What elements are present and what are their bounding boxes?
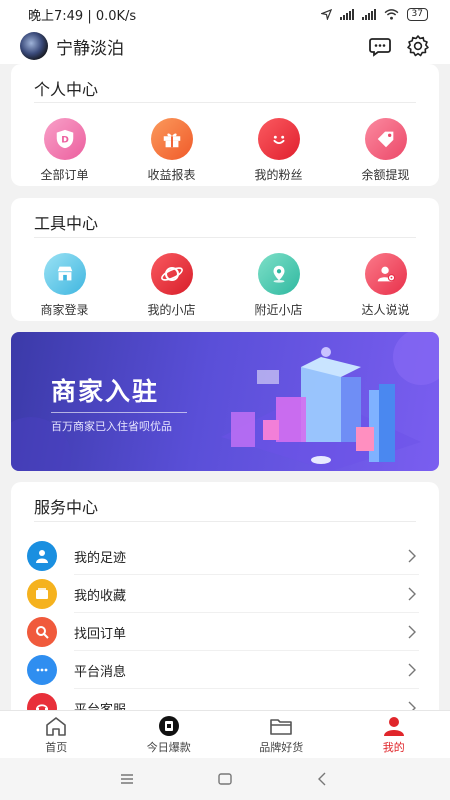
chevron-right-icon — [408, 549, 416, 563]
user-chat-icon — [364, 253, 407, 295]
status-icons: 37 — [320, 7, 428, 21]
service-item-favorites[interactable]: 我的收藏 — [11, 575, 439, 613]
hot-deal-icon — [158, 715, 179, 736]
customer-service-icon — [27, 693, 57, 710]
home-icon — [46, 716, 67, 736]
tab-label: 今日爆款 — [146, 740, 191, 754]
search-order-icon — [27, 617, 57, 647]
avatar[interactable] — [20, 32, 48, 60]
battery-indicator: 37 — [406, 7, 428, 21]
tools-grid: 商家登录 我的小店 附近小店 达人说说 — [11, 253, 439, 318]
profile-icon — [383, 716, 404, 736]
home-square-icon[interactable] — [217, 771, 233, 787]
tag-icon — [364, 118, 407, 160]
back-icon[interactable] — [315, 771, 331, 787]
menu-icon[interactable] — [119, 771, 135, 787]
service-item-platform-messages[interactable]: 平台消息 — [11, 651, 439, 689]
banner-divider — [51, 412, 187, 413]
order-shield-icon: D — [43, 118, 86, 160]
folder-icon — [270, 718, 293, 735]
divider — [34, 521, 416, 522]
location-pin-icon — [257, 253, 300, 295]
service-label: 平台消息 — [74, 664, 127, 680]
service-label: 我的足迹 — [74, 550, 127, 566]
tab-label: 首页 — [45, 740, 68, 754]
status-time: 晚上7:49 | 0.0K/s — [28, 8, 137, 24]
tab-label: 我的 — [382, 740, 405, 754]
status-bar: 晚上7:49 | 0.0K/s 37 — [0, 0, 450, 28]
content-scroll[interactable]: 个人中心 D 全部订单 收益报表 我的粉丝 余额提现 工具中心 商家登录 我的小… — [0, 64, 450, 710]
banner-title: 商家入驻 — [51, 377, 160, 406]
username: 宁静淡泊 — [56, 38, 124, 59]
message-icon — [27, 655, 57, 685]
grid-item-withdraw[interactable]: 余额提现 — [332, 118, 439, 183]
tab-label: 品牌好货 — [259, 740, 304, 754]
smile-icon — [257, 118, 300, 160]
banner-subtitle: 百万商家已入住省呗优品 — [51, 420, 172, 433]
svg-text:D: D — [61, 135, 69, 146]
signal-2-icon — [361, 8, 376, 20]
grid-label: 收益报表 — [147, 168, 196, 182]
folder-star-icon — [27, 579, 57, 609]
service-label: 我的收藏 — [74, 588, 127, 604]
personal-center-title: 个人中心 — [34, 80, 99, 99]
system-nav-bar — [0, 758, 450, 800]
service-center-title: 服务中心 — [34, 498, 99, 517]
divider — [34, 237, 416, 238]
grid-item-earnings[interactable]: 收益报表 — [118, 118, 225, 183]
service-item-recover-order[interactable]: 找回订单 — [11, 613, 439, 651]
location-arrow-icon — [320, 8, 332, 20]
chevron-right-icon — [408, 663, 416, 677]
gift-icon — [150, 118, 193, 160]
footprint-user-icon — [27, 541, 57, 571]
service-label: 平台客服 — [74, 702, 127, 711]
gear-icon[interactable] — [406, 34, 430, 58]
personal-center-card: 个人中心 D 全部订单 收益报表 我的粉丝 余额提现 — [11, 64, 439, 186]
service-item-customer-service[interactable]: 平台客服 — [11, 689, 439, 710]
personal-grid: D 全部订单 收益报表 我的粉丝 余额提现 — [11, 118, 439, 183]
grid-label: 余额提现 — [361, 168, 410, 182]
service-center-card: 服务中心 我的足迹 我的收藏 找回订单 平台消息 平台客服 — [11, 482, 439, 710]
chevron-right-icon — [408, 625, 416, 639]
tools-center-title: 工具中心 — [34, 214, 99, 233]
signal-icon — [339, 8, 354, 20]
grid-item-my-fans[interactable]: 我的粉丝 — [225, 118, 332, 183]
grid-label: 我的小店 — [147, 303, 196, 317]
store-icon — [43, 253, 86, 295]
divider — [34, 102, 416, 103]
grid-label: 全部订单 — [40, 168, 89, 182]
grid-label: 达人说说 — [361, 303, 410, 317]
message-bubble-icon[interactable] — [368, 34, 392, 58]
grid-label: 商家登录 — [40, 303, 89, 317]
grid-item-merchant-login[interactable]: 商家登录 — [11, 253, 118, 318]
chevron-right-icon — [408, 701, 416, 710]
grid-item-nearby-shops[interactable]: 附近小店 — [225, 253, 332, 318]
service-item-footprint[interactable]: 我的足迹 — [11, 537, 439, 575]
tab-home[interactable]: 首页 — [0, 711, 113, 758]
chevron-right-icon — [408, 587, 416, 601]
service-label: 找回订单 — [74, 626, 127, 642]
grid-label: 附近小店 — [254, 303, 303, 317]
grid-item-all-orders[interactable]: D 全部订单 — [11, 118, 118, 183]
grid-item-influencer-talk[interactable]: 达人说说 — [332, 253, 439, 318]
tab-mine[interactable]: 我的 — [338, 711, 450, 758]
grid-item-my-shop[interactable]: 我的小店 — [118, 253, 225, 318]
tab-brand-goods[interactable]: 品牌好货 — [225, 711, 338, 758]
merchant-join-banner[interactable]: 商家入驻 百万商家已入住省呗优品 — [11, 332, 439, 471]
tools-center-card: 工具中心 商家登录 我的小店 附近小店 达人说说 — [11, 198, 439, 321]
wifi-icon — [384, 8, 398, 20]
planet-icon — [150, 253, 193, 295]
bottom-tab-bar: 首页 今日爆款 品牌好货 我的 — [0, 710, 450, 758]
grid-label: 我的粉丝 — [254, 168, 303, 182]
profile-header: 宁静淡泊 — [0, 28, 450, 64]
tab-hot-deals[interactable]: 今日爆款 — [113, 711, 226, 758]
